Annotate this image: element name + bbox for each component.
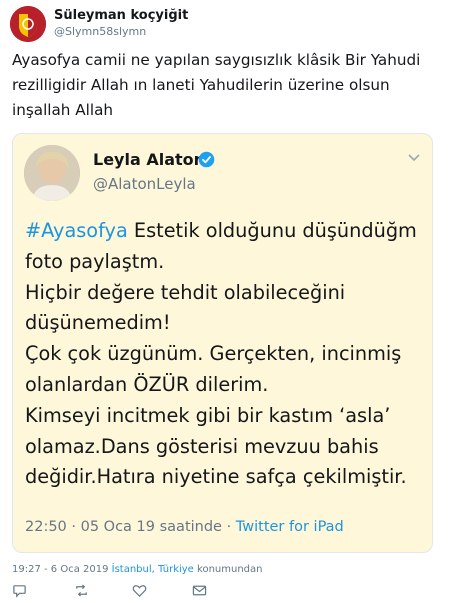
quoted-meta: 22:50 · 05 Oca 19 saatinde · Twitter for…	[25, 519, 344, 535]
quoted-tweet-text: #Ayasofya Estetik olduğunu düşündüğm fot…	[25, 216, 425, 493]
quoted-text-body: Estetik olduğunu düşündüğm foto paylaştm…	[25, 219, 417, 489]
chevron-down-icon[interactable]	[408, 154, 420, 162]
retweet-icon[interactable]	[74, 583, 89, 598]
galatasaray-logo-avatar	[10, 6, 46, 42]
author-name[interactable]: Süleyman koçyiğit	[54, 8, 188, 23]
author-handle[interactable]: @Slymn58slymn	[54, 25, 146, 38]
location-suffix: konumundan	[193, 564, 263, 575]
tweet-actions	[12, 583, 212, 599]
quoted-tweet[interactable]: Leyla Alaton @AlatonLeyla #Ayasofya Este…	[12, 133, 433, 553]
source-app-link[interactable]: Twitter for iPad	[236, 519, 344, 535]
tweet-meta: 19:27 - 6 Oca 2019 İstanbul, Türkiye kon…	[12, 564, 262, 575]
tweet-timestamp[interactable]: 19:27 - 6 Oca 2019	[12, 564, 108, 575]
hashtag-link[interactable]: #Ayasofya	[25, 219, 128, 242]
author-avatar[interactable]	[10, 6, 46, 42]
quoted-timestamp: 22:50 · 05 Oca 19 saatinde ·	[25, 519, 236, 535]
tweet-header: Süleyman koçyiğit @Slymn58slymn	[10, 4, 447, 44]
quoted-author-name[interactable]: Leyla Alaton	[93, 150, 205, 169]
tweet-text: Ayasofya camii ne yapılan saygısızlık kl…	[12, 51, 421, 119]
quoted-author-avatar[interactable]	[24, 145, 80, 201]
location-link[interactable]: İstanbul, Türkiye	[112, 564, 194, 575]
quoted-author-handle[interactable]: @AlatonLeyla	[93, 175, 196, 193]
like-icon[interactable]	[132, 583, 147, 598]
verified-badge-icon	[198, 151, 215, 168]
message-icon[interactable]	[192, 583, 207, 598]
reply-icon[interactable]	[12, 583, 27, 598]
portrait-photo	[24, 145, 80, 201]
